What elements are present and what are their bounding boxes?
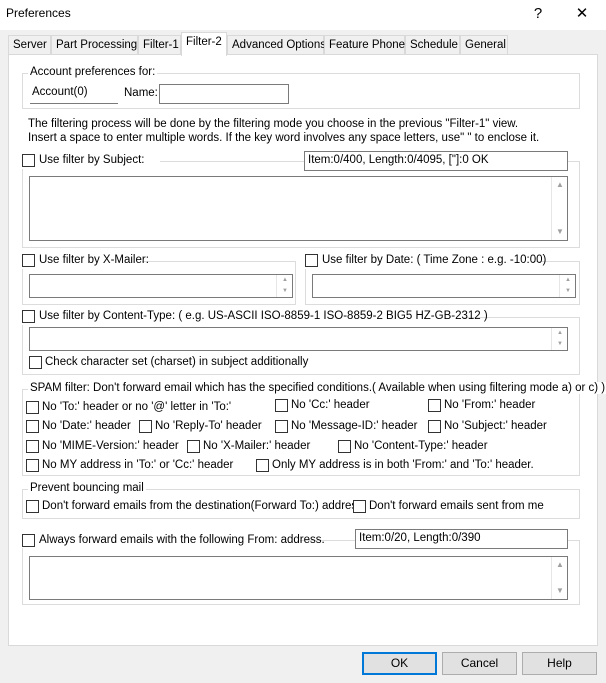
always-forward-scrollbar[interactable]: ▲ ▼ bbox=[551, 557, 567, 599]
always-forward-info-box: Item:0/20, Length:0/390 bbox=[355, 529, 568, 549]
bounce-destination-checkbox[interactable] bbox=[26, 500, 39, 513]
date-filter-label: Use filter by Date: ( Time Zone : e.g. -… bbox=[322, 254, 547, 266]
spam-option-label: No 'Date:' header bbox=[42, 420, 131, 432]
xmailer-spin[interactable]: ▲ ▼ bbox=[276, 275, 292, 297]
account-legend: Account preferences for: bbox=[28, 66, 158, 78]
spam-option-label: No 'Cc:' header bbox=[291, 399, 370, 411]
charset-checkbox[interactable] bbox=[29, 356, 42, 369]
spam-option-checkbox[interactable] bbox=[187, 440, 200, 453]
scroll-down-icon[interactable]: ▼ bbox=[552, 583, 568, 599]
spam-option-checkbox[interactable] bbox=[139, 420, 152, 433]
tab-advanced-options[interactable]: Advanced Options bbox=[227, 35, 326, 55]
ok-button[interactable]: OK bbox=[362, 652, 437, 675]
spam-option-label: No 'MIME-Version:' header bbox=[42, 440, 179, 452]
tab-schedule[interactable]: Schedule bbox=[405, 35, 460, 55]
bounce-self-label: Don't forward emails sent from me bbox=[369, 500, 544, 512]
subject-filter-checkbox[interactable] bbox=[22, 154, 35, 167]
spin-up-icon[interactable]: ▲ bbox=[277, 275, 293, 286]
subject-filter-label: Use filter by Subject: bbox=[39, 154, 145, 166]
tab-feature-phone[interactable]: Feature Phone bbox=[324, 35, 405, 55]
subject-scrollbar[interactable]: ▲ ▼ bbox=[551, 177, 567, 240]
spin-up-icon[interactable]: ▲ bbox=[560, 275, 576, 286]
spin-down-icon[interactable]: ▼ bbox=[277, 286, 293, 297]
content-type-label: Use filter by Content-Type: ( e.g. US-AS… bbox=[39, 310, 488, 322]
scroll-down-icon[interactable]: ▼ bbox=[552, 224, 568, 240]
content-type-checkbox[interactable] bbox=[22, 310, 35, 323]
account-value: Account(0) bbox=[30, 83, 118, 104]
date-spin[interactable]: ▲ ▼ bbox=[559, 275, 575, 297]
name-input[interactable] bbox=[159, 84, 289, 104]
charset-label: Check character set (charset) in subject… bbox=[45, 356, 309, 368]
spam-option-checkbox[interactable] bbox=[26, 440, 39, 453]
xmailer-filter-checkbox[interactable] bbox=[22, 254, 35, 267]
tab-filter-1[interactable]: Filter-1 bbox=[138, 35, 181, 55]
spam-option-label: No MY address in 'To:' or 'Cc:' header bbox=[42, 459, 234, 471]
info-line-1: The filtering process will be done by th… bbox=[28, 118, 519, 130]
help-title-button[interactable]: ? bbox=[527, 4, 549, 24]
date-filter-checkbox[interactable] bbox=[305, 254, 318, 267]
content-type-spin[interactable]: ▲ ▼ bbox=[551, 328, 567, 350]
title-bar bbox=[0, 0, 606, 30]
spam-option-label: No 'Reply-To' header bbox=[155, 420, 262, 432]
info-line-2: Insert a space to enter multiple words. … bbox=[28, 132, 540, 144]
spam-option-label: Only MY address is in both 'From:' and '… bbox=[272, 459, 534, 471]
xmailer-input[interactable] bbox=[29, 274, 293, 298]
bounce-legend: Prevent bouncing mail bbox=[28, 482, 146, 494]
spam-option-label: No 'Message-ID:' header bbox=[291, 420, 418, 432]
spam-option-label: No 'To:' header or no '@' letter in 'To:… bbox=[42, 401, 232, 413]
xmailer-filter-label: Use filter by X-Mailer: bbox=[39, 254, 149, 266]
tab-general[interactable]: General bbox=[460, 35, 508, 55]
spam-option-checkbox[interactable] bbox=[26, 401, 39, 414]
always-forward-label: Always forward emails with the following… bbox=[39, 534, 325, 546]
spam-option-label: No 'Content-Type:' header bbox=[354, 440, 488, 452]
spin-down-icon[interactable]: ▼ bbox=[560, 286, 576, 297]
name-label: Name: bbox=[124, 87, 158, 99]
cancel-button[interactable]: Cancel bbox=[442, 652, 517, 675]
always-forward-checkbox[interactable] bbox=[22, 534, 35, 547]
spin-up-icon[interactable]: ▲ bbox=[552, 328, 568, 339]
spam-option-checkbox[interactable] bbox=[428, 420, 441, 433]
spam-option-label: No 'X-Mailer:' header bbox=[203, 440, 311, 452]
spin-down-icon[interactable]: ▼ bbox=[552, 339, 568, 350]
spam-option-checkbox[interactable] bbox=[275, 420, 288, 433]
spam-option-label: No 'Subject:' header bbox=[444, 420, 547, 432]
date-input[interactable] bbox=[312, 274, 576, 298]
spam-legend: SPAM filter: Don't forward email which h… bbox=[28, 382, 606, 394]
bounce-destination-label: Don't forward emails from the destinatio… bbox=[42, 500, 367, 512]
subject-info-box: Item:0/400, Length:0/4095, ["]:0 OK bbox=[304, 151, 568, 171]
tab-server[interactable]: Server bbox=[8, 35, 51, 55]
scroll-up-icon[interactable]: ▲ bbox=[552, 557, 568, 573]
spam-option-checkbox[interactable] bbox=[275, 399, 288, 412]
help-button[interactable]: Help bbox=[522, 652, 597, 675]
spam-option-checkbox[interactable] bbox=[338, 440, 351, 453]
tab-part-processing[interactable]: Part Processing bbox=[51, 35, 138, 55]
tab-filter-2[interactable]: Filter-2 bbox=[181, 32, 227, 56]
spam-option-label: No 'From:' header bbox=[444, 399, 536, 411]
spam-option-checkbox[interactable] bbox=[256, 459, 269, 472]
bounce-self-checkbox[interactable] bbox=[353, 500, 366, 513]
subject-textarea[interactable] bbox=[29, 176, 568, 241]
content-type-input[interactable] bbox=[29, 327, 568, 351]
window-title: Preferences bbox=[6, 6, 71, 20]
always-forward-textarea[interactable] bbox=[29, 556, 568, 600]
scroll-up-icon[interactable]: ▲ bbox=[552, 177, 568, 193]
spam-option-checkbox[interactable] bbox=[26, 420, 39, 433]
spam-option-checkbox[interactable] bbox=[428, 399, 441, 412]
spam-option-checkbox[interactable] bbox=[26, 459, 39, 472]
close-icon[interactable]: ✕ bbox=[571, 4, 593, 24]
